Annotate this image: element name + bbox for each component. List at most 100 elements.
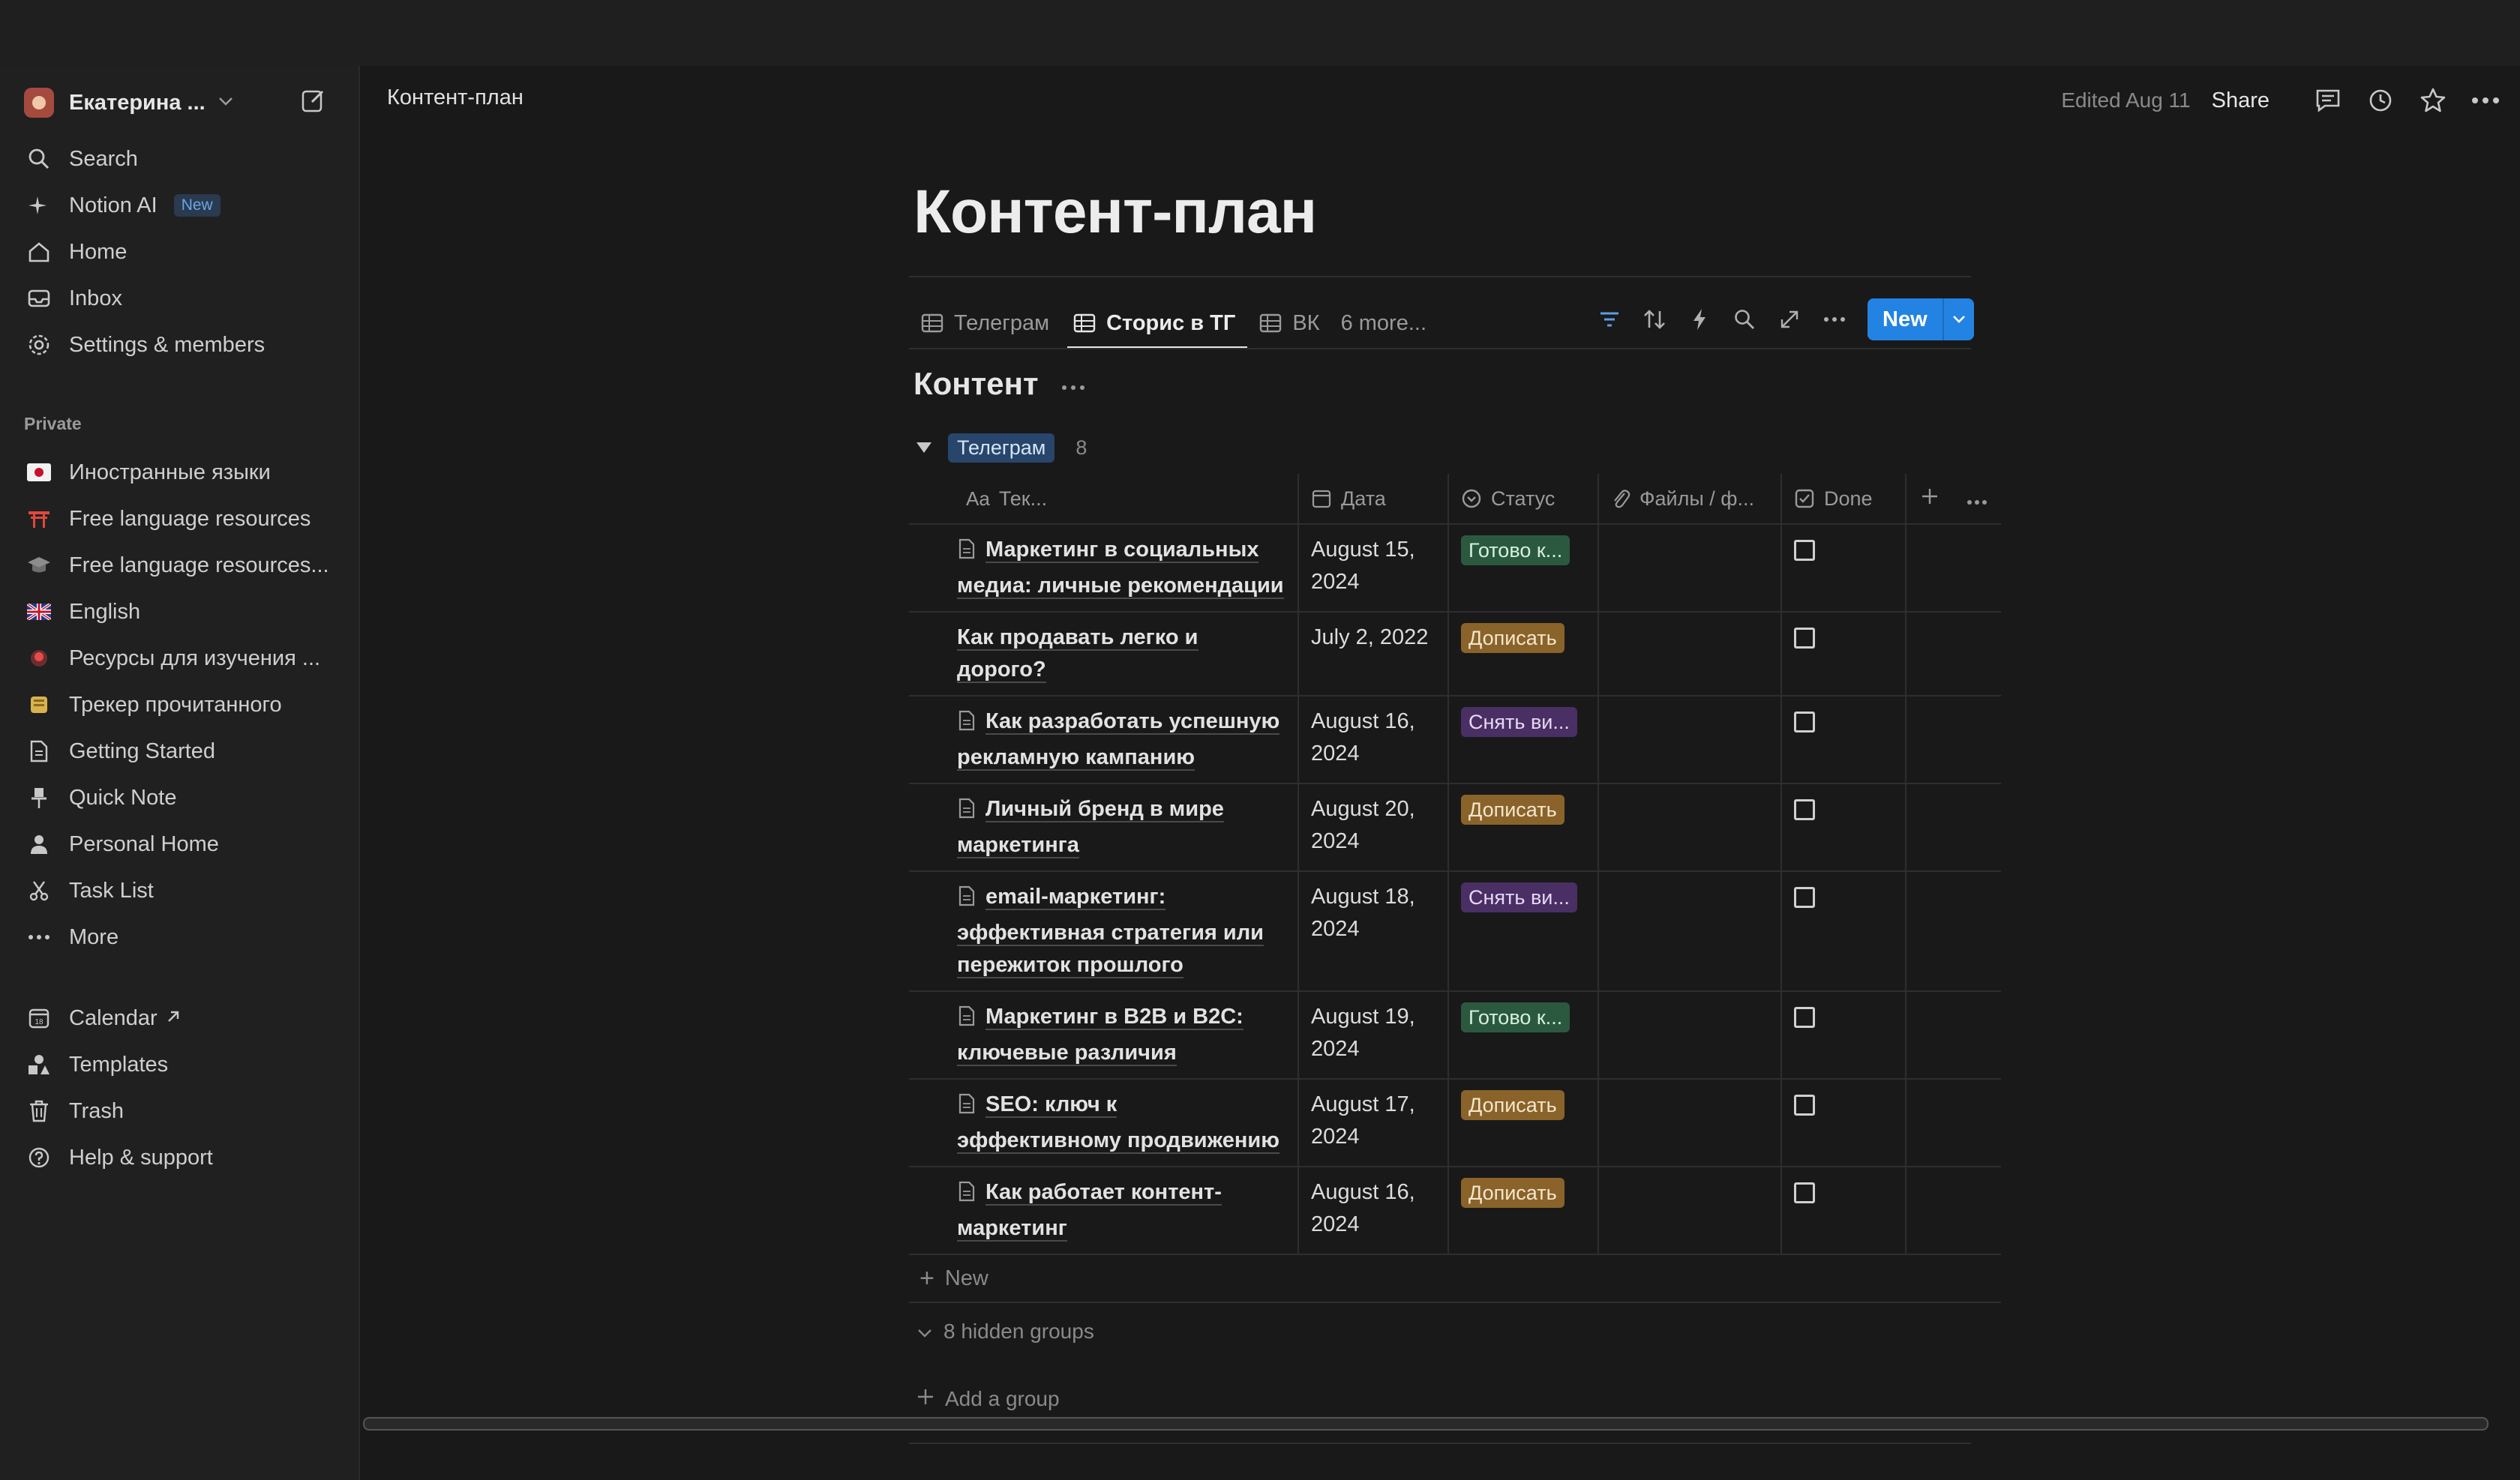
row-title[interactable]: Личный бренд в мире маркетинга — [909, 784, 1298, 870]
add-property-icon[interactable] — [1920, 487, 1940, 511]
column-header-status[interactable]: Статус — [1448, 474, 1598, 523]
expand-icon[interactable] — [1773, 303, 1806, 336]
row-status-cell[interactable]: Готово к... — [1448, 525, 1598, 611]
more-options-icon[interactable] — [2469, 84, 2502, 117]
sidebar-item-english[interactable]: English — [24, 591, 339, 633]
filter-icon[interactable] — [1593, 303, 1626, 336]
column-header-date[interactable]: Дата — [1298, 474, 1448, 523]
done-checkbox[interactable] — [1794, 1182, 1815, 1203]
sidebar-item-foreign-languages[interactable]: Иностранные языки — [24, 451, 339, 493]
sidebar-item-learning-resources[interactable]: Ресурсы для изучения ... — [24, 637, 339, 679]
row-date[interactable]: August 15, 2024 — [1298, 525, 1448, 611]
page-title[interactable]: Контент-план — [914, 177, 1317, 247]
sidebar-item-inbox[interactable]: Inbox — [24, 277, 339, 319]
row-date[interactable]: August 20, 2024 — [1298, 784, 1448, 870]
row-title[interactable]: Как разработать успешную рекламную кампа… — [909, 697, 1298, 783]
row-date[interactable]: August 19, 2024 — [1298, 992, 1448, 1078]
column-header-done[interactable]: Done — [1780, 474, 1905, 523]
tab-vk[interactable]: ВК — [1247, 298, 1331, 348]
sidebar-item-personal-home[interactable]: Personal Home — [24, 823, 339, 865]
automation-icon[interactable] — [1683, 303, 1716, 336]
row-date[interactable]: August 16, 2024 — [1298, 1167, 1448, 1254]
comments-icon[interactable] — [2312, 84, 2344, 117]
row-files[interactable] — [1598, 613, 1780, 695]
row-files[interactable] — [1598, 525, 1780, 611]
new-page-icon[interactable] — [298, 85, 328, 119]
more-views-button[interactable]: 6 more... — [1332, 311, 1426, 336]
sidebar-item-templates[interactable]: Templates — [24, 1044, 339, 1086]
column-header-files[interactable]: Файлы / ф... — [1598, 474, 1780, 523]
collapse-triangle-icon[interactable] — [916, 442, 932, 453]
add-new-row-button[interactable]: + New — [909, 1255, 2001, 1303]
add-group-button[interactable]: Add a group — [916, 1387, 1060, 1411]
row-files[interactable] — [1598, 697, 1780, 783]
sidebar-item-more[interactable]: More — [24, 916, 339, 958]
horizontal-scrollbar[interactable] — [363, 1417, 2488, 1431]
sidebar-item-help[interactable]: Help & support — [24, 1137, 339, 1179]
sidebar-item-notion-ai[interactable]: Notion AI New — [24, 184, 339, 226]
table-row[interactable]: Маркетинг в социальных медиа: личные рек… — [909, 525, 2001, 613]
table-row[interactable]: Как работает контент-маркетинг August 16,… — [909, 1167, 2001, 1255]
sidebar-item-home[interactable]: Home — [24, 231, 339, 273]
done-checkbox[interactable] — [1794, 799, 1815, 820]
sidebar-item-free-language-resources-2[interactable]: Free language resources... — [24, 544, 339, 586]
workspace-switcher[interactable]: Екатерина ... — [24, 81, 339, 124]
more-options-icon[interactable] — [1061, 371, 1085, 397]
sidebar-item-task-list[interactable]: Task List — [24, 870, 339, 912]
chevron-down-icon[interactable] — [1942, 298, 1974, 340]
row-title[interactable]: Как работает контент-маркетинг — [909, 1167, 1298, 1254]
row-date[interactable]: July 2, 2022 — [1298, 613, 1448, 695]
history-icon[interactable] — [2364, 84, 2397, 117]
sidebar-item-settings[interactable]: Settings & members — [24, 324, 339, 366]
done-checkbox[interactable] — [1794, 1007, 1815, 1028]
row-date[interactable]: August 17, 2024 — [1298, 1080, 1448, 1166]
tab-telegram[interactable]: Телеграм — [909, 298, 1061, 348]
breadcrumb[interactable]: Контент-план — [387, 85, 524, 110]
row-files[interactable] — [1598, 872, 1780, 990]
sidebar-item-calendar[interactable]: 18 Calendar — [24, 997, 339, 1039]
new-record-button[interactable]: New — [1868, 298, 1942, 340]
more-options-icon[interactable] — [1818, 303, 1851, 336]
row-status-cell[interactable]: Дописать — [1448, 1167, 1598, 1254]
done-checkbox[interactable] — [1794, 712, 1815, 733]
row-status-cell[interactable]: Дописать — [1448, 784, 1598, 870]
table-row[interactable]: Маркетинг в B2B и B2C: ключевые различия… — [909, 992, 2001, 1080]
sidebar-item-getting-started[interactable]: Getting Started — [24, 730, 339, 772]
row-files[interactable] — [1598, 784, 1780, 870]
row-files[interactable] — [1598, 1080, 1780, 1166]
database-title-text[interactable]: Контент — [914, 366, 1039, 402]
row-title[interactable]: Маркетинг в социальных медиа: личные рек… — [909, 525, 1298, 611]
row-status-cell[interactable]: Дописать — [1448, 613, 1598, 695]
table-row[interactable]: Как продавать легко и дорого? July 2, 202… — [909, 613, 2001, 697]
more-options-icon[interactable] — [1966, 487, 1988, 511]
sidebar-item-reading-tracker[interactable]: Трекер прочитанного — [24, 684, 339, 726]
hidden-groups-toggle[interactable]: 8 hidden groups — [916, 1320, 1094, 1344]
sidebar-item-trash[interactable]: Trash — [24, 1090, 339, 1132]
group-header[interactable]: Телеграм 8 — [916, 432, 1087, 463]
table-row[interactable]: Личный бренд в мире маркетинга August 20,… — [909, 784, 2001, 872]
table-row[interactable]: email-маркетинг: эффективная стратегия и… — [909, 872, 2001, 992]
table-row[interactable]: SEO: ключ к эффективному продвижению Augu… — [909, 1080, 2001, 1167]
row-title[interactable]: SEO: ключ к эффективному продвижению — [909, 1080, 1298, 1166]
star-icon[interactable] — [2416, 84, 2450, 117]
row-date[interactable]: August 18, 2024 — [1298, 872, 1448, 990]
share-button[interactable]: Share — [2212, 88, 2270, 113]
row-title[interactable]: Маркетинг в B2B и B2C: ключевые различия — [909, 992, 1298, 1078]
done-checkbox[interactable] — [1794, 628, 1815, 649]
done-checkbox[interactable] — [1794, 1095, 1815, 1116]
done-checkbox[interactable] — [1794, 540, 1815, 561]
row-status-cell[interactable]: Готово к... — [1448, 992, 1598, 1078]
sidebar-item-quick-note[interactable]: Quick Note — [24, 777, 339, 819]
column-header-name[interactable]: Aa Тек... — [909, 474, 1298, 523]
table-row[interactable]: Как разработать успешную рекламную кампа… — [909, 697, 2001, 784]
row-status-cell[interactable]: Снять ви... — [1448, 872, 1598, 990]
row-status-cell[interactable]: Снять ви... — [1448, 697, 1598, 783]
row-status-cell[interactable]: Дописать — [1448, 1080, 1598, 1166]
row-date[interactable]: August 16, 2024 — [1298, 697, 1448, 783]
sort-icon[interactable] — [1638, 303, 1671, 336]
done-checkbox[interactable] — [1794, 887, 1815, 908]
row-files[interactable] — [1598, 1167, 1780, 1254]
row-title[interactable]: Как продавать легко и дорого? — [909, 613, 1298, 695]
row-title[interactable]: email-маркетинг: эффективная стратегия и… — [909, 872, 1298, 990]
search-icon[interactable] — [1728, 303, 1761, 336]
